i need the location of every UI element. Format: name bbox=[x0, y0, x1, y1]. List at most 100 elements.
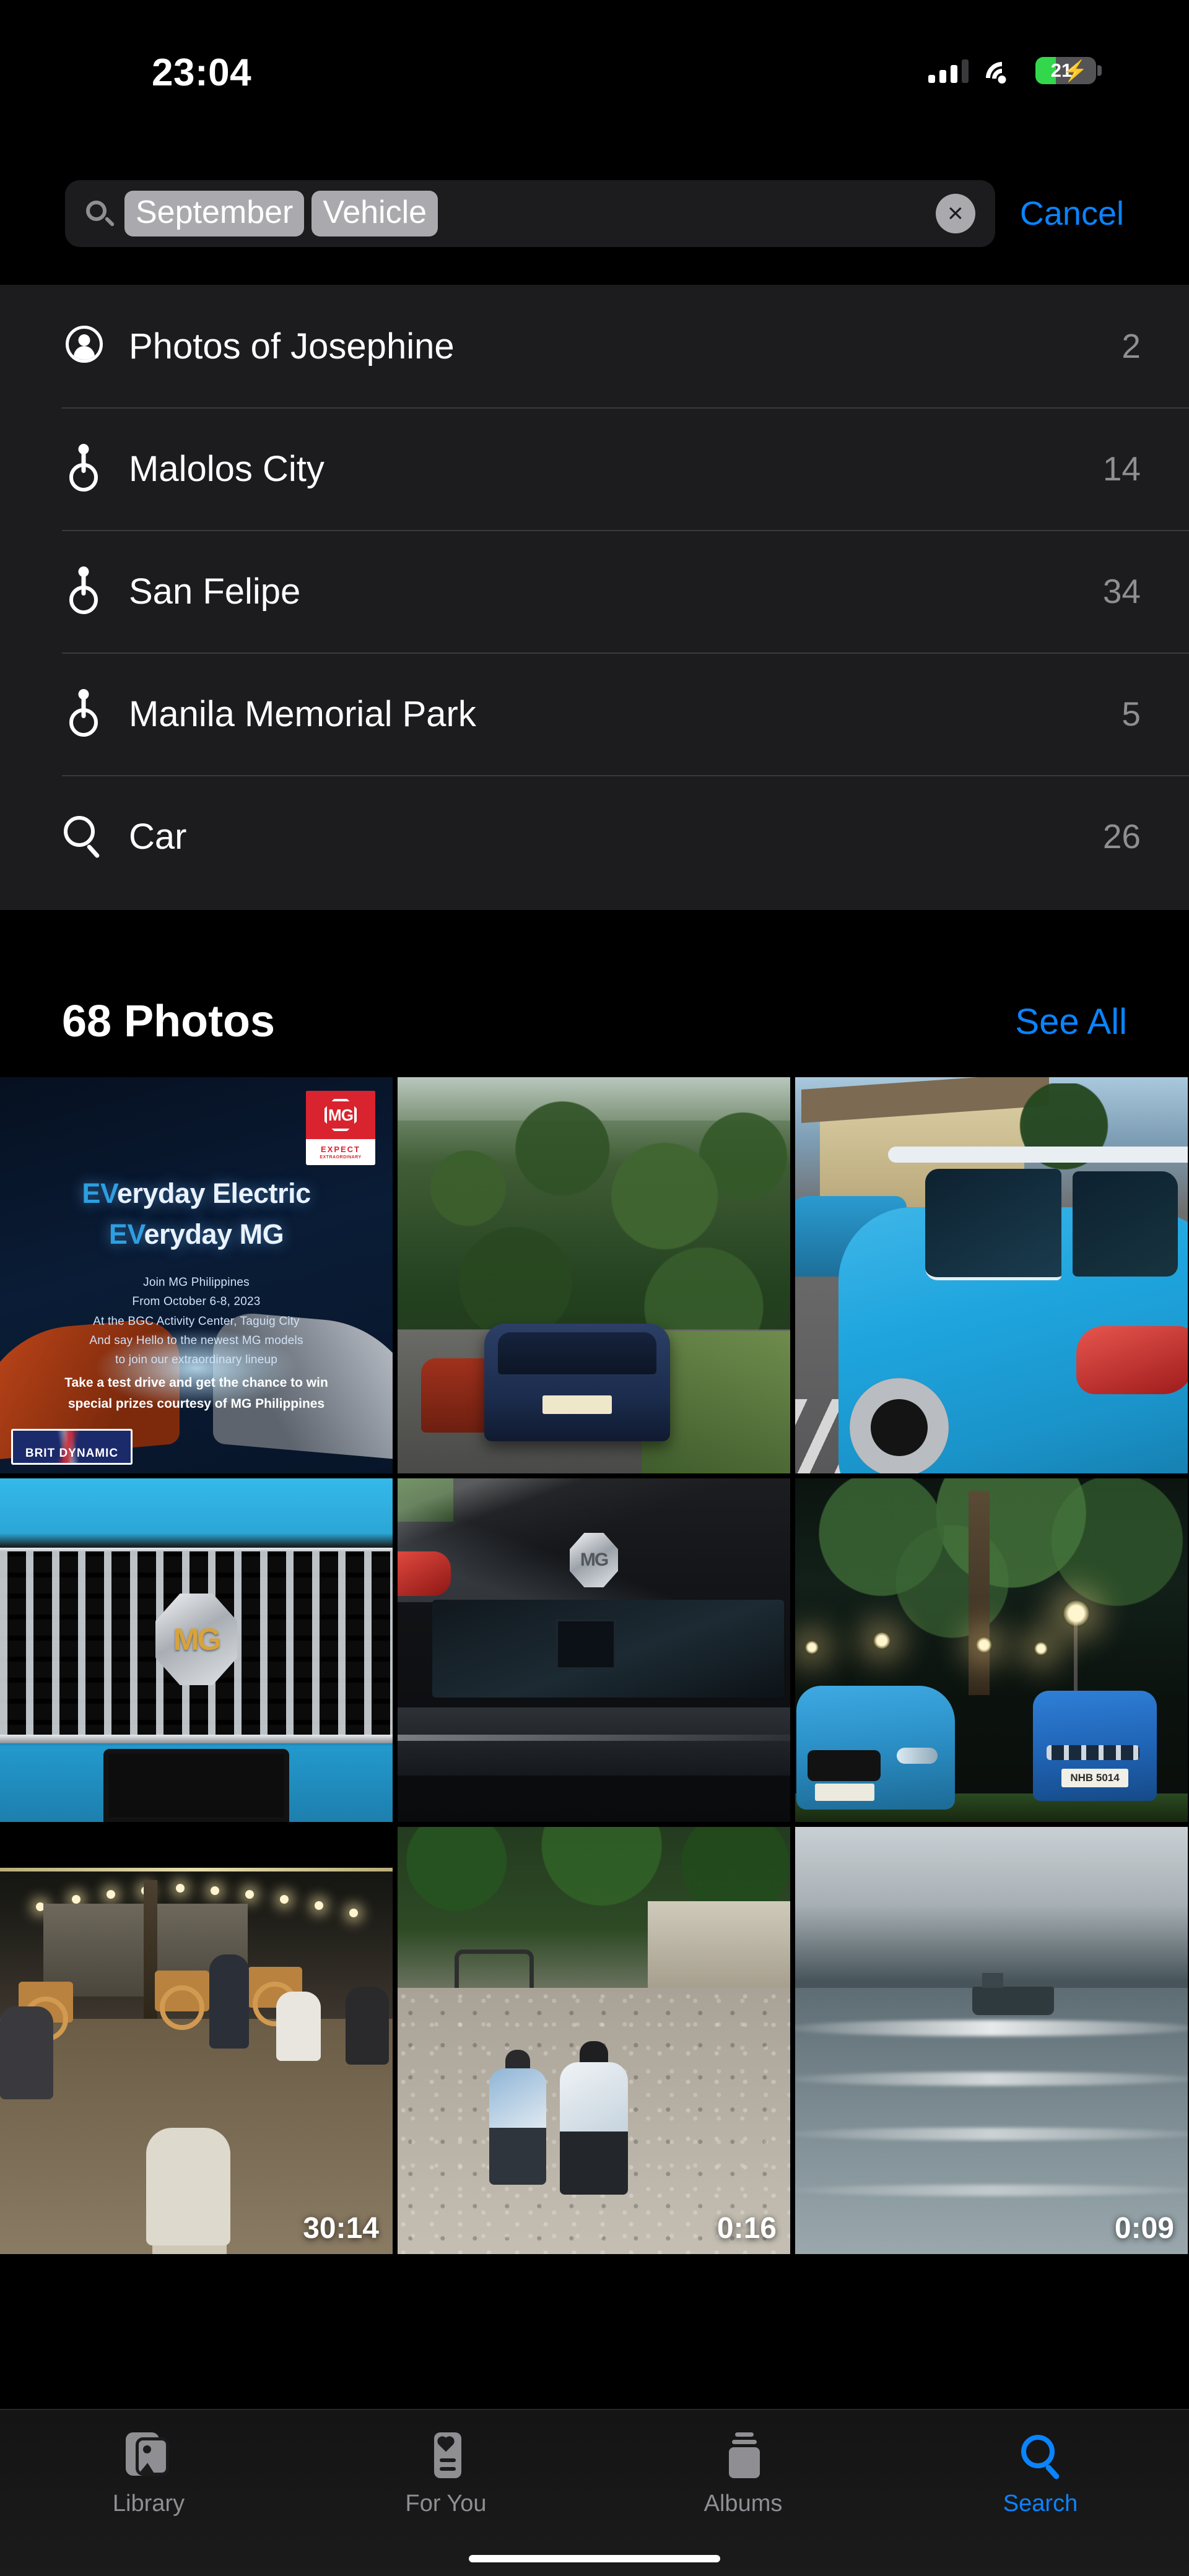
poster-headline-1-prefix: EV bbox=[82, 1177, 117, 1209]
poster-body-line: Join MG Philippines bbox=[0, 1273, 393, 1292]
search-suggestions-list: Photos of Josephine 2 Malolos City 14 Sa… bbox=[0, 285, 1189, 910]
video-duration-badge: 0:16 bbox=[717, 2211, 777, 2245]
mg-logo-mark: MG bbox=[324, 1099, 357, 1131]
see-all-button[interactable]: See All bbox=[1015, 1001, 1127, 1043]
blue-mg-suv bbox=[796, 1686, 955, 1810]
photo-tile-cyan-mg-side[interactable] bbox=[795, 1077, 1188, 1473]
battery-icon: 21 ⚡ bbox=[1035, 57, 1096, 84]
video-duration-badge: 30:14 bbox=[303, 2211, 379, 2245]
tab-label: For You bbox=[406, 2491, 487, 2517]
clear-search-button[interactable]: × bbox=[936, 194, 975, 233]
poster-headline-2-prefix: EV bbox=[109, 1218, 144, 1250]
cargo-ship bbox=[972, 1987, 1054, 2015]
for-you-icon bbox=[419, 2431, 473, 2481]
storm-clouds bbox=[795, 1827, 1188, 1988]
suggestion-car[interactable]: Car 26 bbox=[0, 775, 1189, 898]
wifi-icon bbox=[986, 58, 1018, 83]
person-icon bbox=[62, 322, 105, 370]
tab-for-you[interactable]: For You bbox=[297, 2410, 594, 2576]
photo-tile-night-gathering[interactable]: 30:14 bbox=[0, 1827, 393, 2254]
suggestion-count: 14 bbox=[1103, 449, 1141, 488]
cancel-button[interactable]: Cancel bbox=[1020, 194, 1124, 233]
status-indicators: 21 ⚡ bbox=[928, 57, 1096, 84]
tab-label: Albums bbox=[704, 2491, 783, 2517]
license-plate-frame bbox=[556, 1620, 616, 1669]
results-header: 68 Photos See All bbox=[0, 966, 1189, 1077]
video-duration-badge: 0:09 bbox=[1115, 2211, 1174, 2245]
rear-window bbox=[1073, 1171, 1178, 1277]
poster-headline-2: EVeryday MG bbox=[0, 1218, 393, 1251]
suggestion-count: 34 bbox=[1103, 571, 1141, 611]
poster-body-line: At the BGC Activity Center, Taguig City bbox=[0, 1312, 393, 1331]
poster-body: Join MG Philippines From October 6-8, 20… bbox=[0, 1273, 393, 1370]
search-icon bbox=[85, 199, 113, 228]
suggestion-label: Manila Memorial Park bbox=[129, 693, 1121, 735]
tab-search[interactable]: Search bbox=[892, 2410, 1189, 2576]
suggestion-san-felipe[interactable]: San Felipe 34 bbox=[0, 530, 1189, 653]
search-token-september[interactable]: September bbox=[124, 191, 304, 237]
charging-bolt-icon: ⚡ bbox=[1063, 61, 1088, 81]
location-icon bbox=[62, 690, 105, 738]
tab-albums[interactable]: Albums bbox=[594, 2410, 892, 2576]
suggestion-photos-of-josephine[interactable]: Photos of Josephine 2 bbox=[0, 285, 1189, 407]
poster-cta: Take a test drive and get the chance to … bbox=[0, 1373, 393, 1414]
seated-person bbox=[0, 2006, 53, 2099]
poster-headline-1: EVeryday Electric bbox=[0, 1177, 393, 1210]
page-title: 68 Photos bbox=[62, 996, 275, 1047]
mg-logo-icon: MG EXPECT EXTRAORDINARY bbox=[306, 1091, 375, 1165]
tab-bar: Library For You Albums Search bbox=[0, 2409, 1189, 2576]
street-lamp bbox=[1034, 1642, 1048, 1655]
status-bar: 23:04 21 ⚡ bbox=[0, 0, 1189, 118]
poster-cta-line: special prizes courtesy of MG Philippine… bbox=[0, 1394, 393, 1415]
license-plate: NHB 5014 bbox=[1061, 1769, 1128, 1787]
suggestion-manila-memorial-park[interactable]: Manila Memorial Park 5 bbox=[0, 653, 1189, 775]
mg-tagline-2: EXTRAORDINARY bbox=[320, 1155, 361, 1160]
suggestion-malolos-city[interactable]: Malolos City 14 bbox=[0, 407, 1189, 530]
photo-tile-night-cars[interactable]: NHB 5014 bbox=[795, 1478, 1188, 1822]
search-input[interactable]: September Vehicle × bbox=[65, 180, 995, 247]
wooden-cart bbox=[155, 1971, 209, 2011]
home-indicator[interactable] bbox=[469, 2555, 720, 2562]
tab-library[interactable]: Library bbox=[0, 2410, 297, 2576]
poster-cta-line: Take a test drive and get the chance to … bbox=[0, 1373, 393, 1394]
photo-tile-mg-ev-poster[interactable]: MG EXPECT EXTRAORDINARY EVeryday Electri… bbox=[0, 1077, 393, 1473]
poster-body-line: And say Hello to the newest MG models bbox=[0, 1331, 393, 1350]
poster-body-line: From October 6-8, 2023 bbox=[0, 1292, 393, 1311]
suggestion-count: 26 bbox=[1103, 817, 1141, 856]
street-lamp bbox=[976, 1637, 992, 1653]
library-icon bbox=[122, 2431, 175, 2481]
search-icon bbox=[62, 812, 105, 861]
search-icon bbox=[1014, 2431, 1067, 2481]
search-token-vehicle[interactable]: Vehicle bbox=[311, 191, 438, 237]
seated-person bbox=[276, 1992, 321, 2061]
photo-tile-ship-sea[interactable]: 0:09 bbox=[795, 1827, 1188, 2254]
photo-grid: MG EXPECT EXTRAORDINARY EVeryday Electri… bbox=[0, 1077, 1189, 2254]
tab-label: Library bbox=[113, 2491, 185, 2517]
photo-tile-mg-grille[interactable] bbox=[0, 1478, 393, 1822]
suggestion-count: 5 bbox=[1121, 694, 1141, 734]
tail-light bbox=[1076, 1326, 1188, 1394]
photo-tile-blue-suv-road[interactable] bbox=[398, 1077, 790, 1473]
blue-suv bbox=[484, 1324, 670, 1441]
tail-light bbox=[398, 1551, 451, 1596]
photo-tile-mg-tailgate[interactable] bbox=[398, 1478, 790, 1822]
street-lamp bbox=[873, 1632, 891, 1649]
photo-tile-kids-gravel[interactable]: 0:16 bbox=[398, 1827, 790, 2254]
status-time: 23:04 bbox=[152, 51, 251, 95]
location-icon bbox=[62, 445, 105, 493]
street-lamp bbox=[805, 1641, 819, 1654]
child-right bbox=[560, 2062, 628, 2195]
suggestion-count: 2 bbox=[1121, 326, 1141, 366]
search-bar: September Vehicle × Cancel bbox=[0, 170, 1189, 257]
rear-bumper bbox=[398, 1707, 790, 1776]
photos-app-screen: 23:04 21 ⚡ September Vehicle × Cancel bbox=[0, 0, 1189, 2576]
standing-person bbox=[209, 1954, 249, 2049]
front-window bbox=[925, 1169, 1061, 1280]
seated-person bbox=[146, 2128, 230, 2245]
suggestion-label: San Felipe bbox=[129, 571, 1103, 612]
albums-icon bbox=[716, 2431, 770, 2481]
seated-person bbox=[346, 1987, 389, 2065]
suggestion-label: Photos of Josephine bbox=[129, 326, 1121, 367]
mg-tagline-1: EXPECT bbox=[321, 1145, 360, 1154]
child-left bbox=[489, 2068, 546, 2185]
